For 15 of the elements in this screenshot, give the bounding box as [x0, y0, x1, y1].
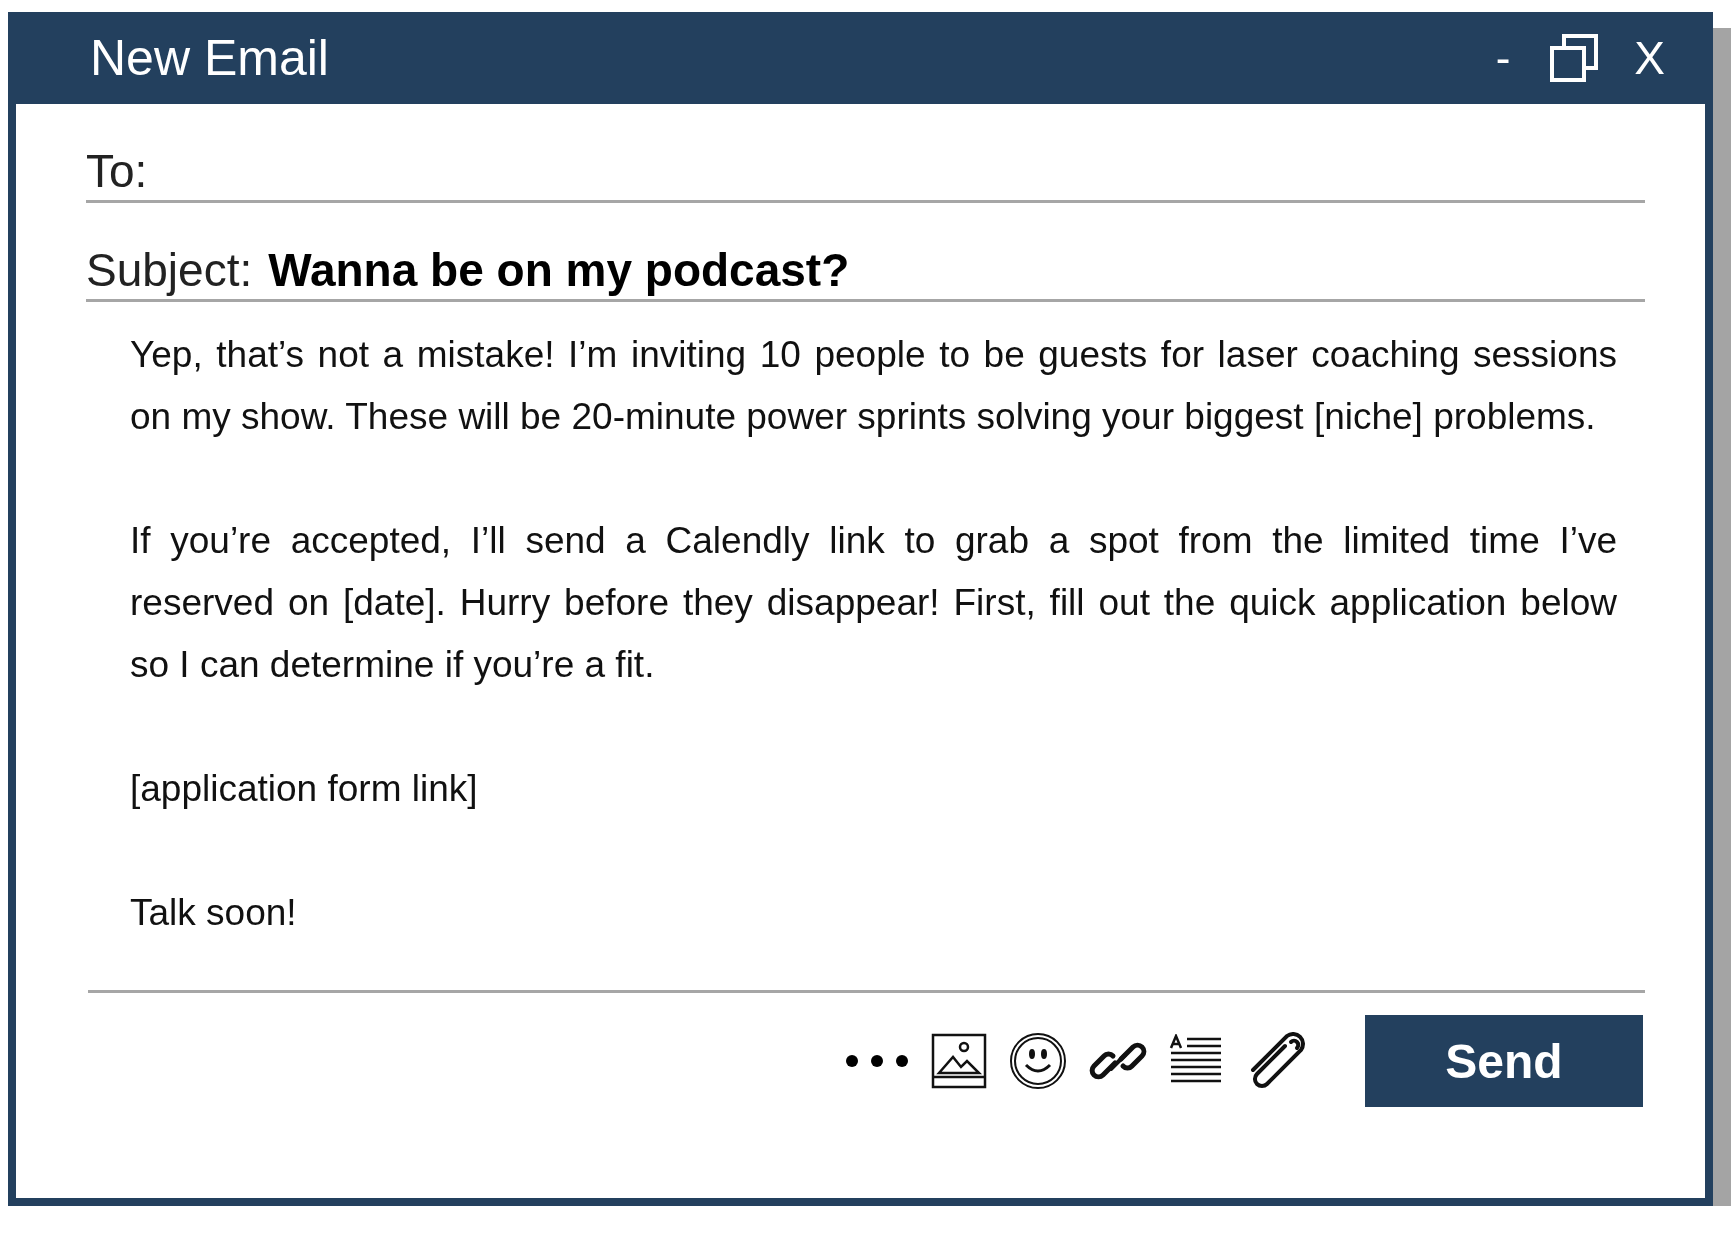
window-title: New Email: [90, 29, 330, 87]
smiley-icon[interactable]: [1009, 1032, 1067, 1090]
field-label: To:: [86, 144, 148, 198]
image-icon[interactable]: [931, 1033, 987, 1089]
send-button[interactable]: Send: [1365, 1015, 1643, 1107]
restore-icon[interactable]: [1548, 32, 1601, 84]
subject-value[interactable]: Wanna be on my podcast?: [268, 243, 850, 297]
field-label: Subject:: [86, 243, 253, 297]
body-paragraph: Talk soon!: [130, 891, 298, 935]
minimize-button[interactable]: -: [1495, 33, 1511, 83]
body-paragraph: [application form link]: [130, 767, 479, 811]
close-button[interactable]: X: [1634, 31, 1665, 85]
body-paragraph: If you’re accepted, I’ll send a Calendly link to grab a spot from the limited time I’ve reserved on [date]. Hurry before they disappear! First, fill out the quick application below so I can determine if you’re a fit.: [130, 519, 1617, 687]
body-paragraph: Yep, that’s not a mistake! I’m inviting 10 people to be guests for laser coaching sessions on my show. These will be 20-minute power sprints solving your biggest [niche] problems.: [130, 333, 1617, 439]
more-icon[interactable]: [845, 1054, 909, 1068]
